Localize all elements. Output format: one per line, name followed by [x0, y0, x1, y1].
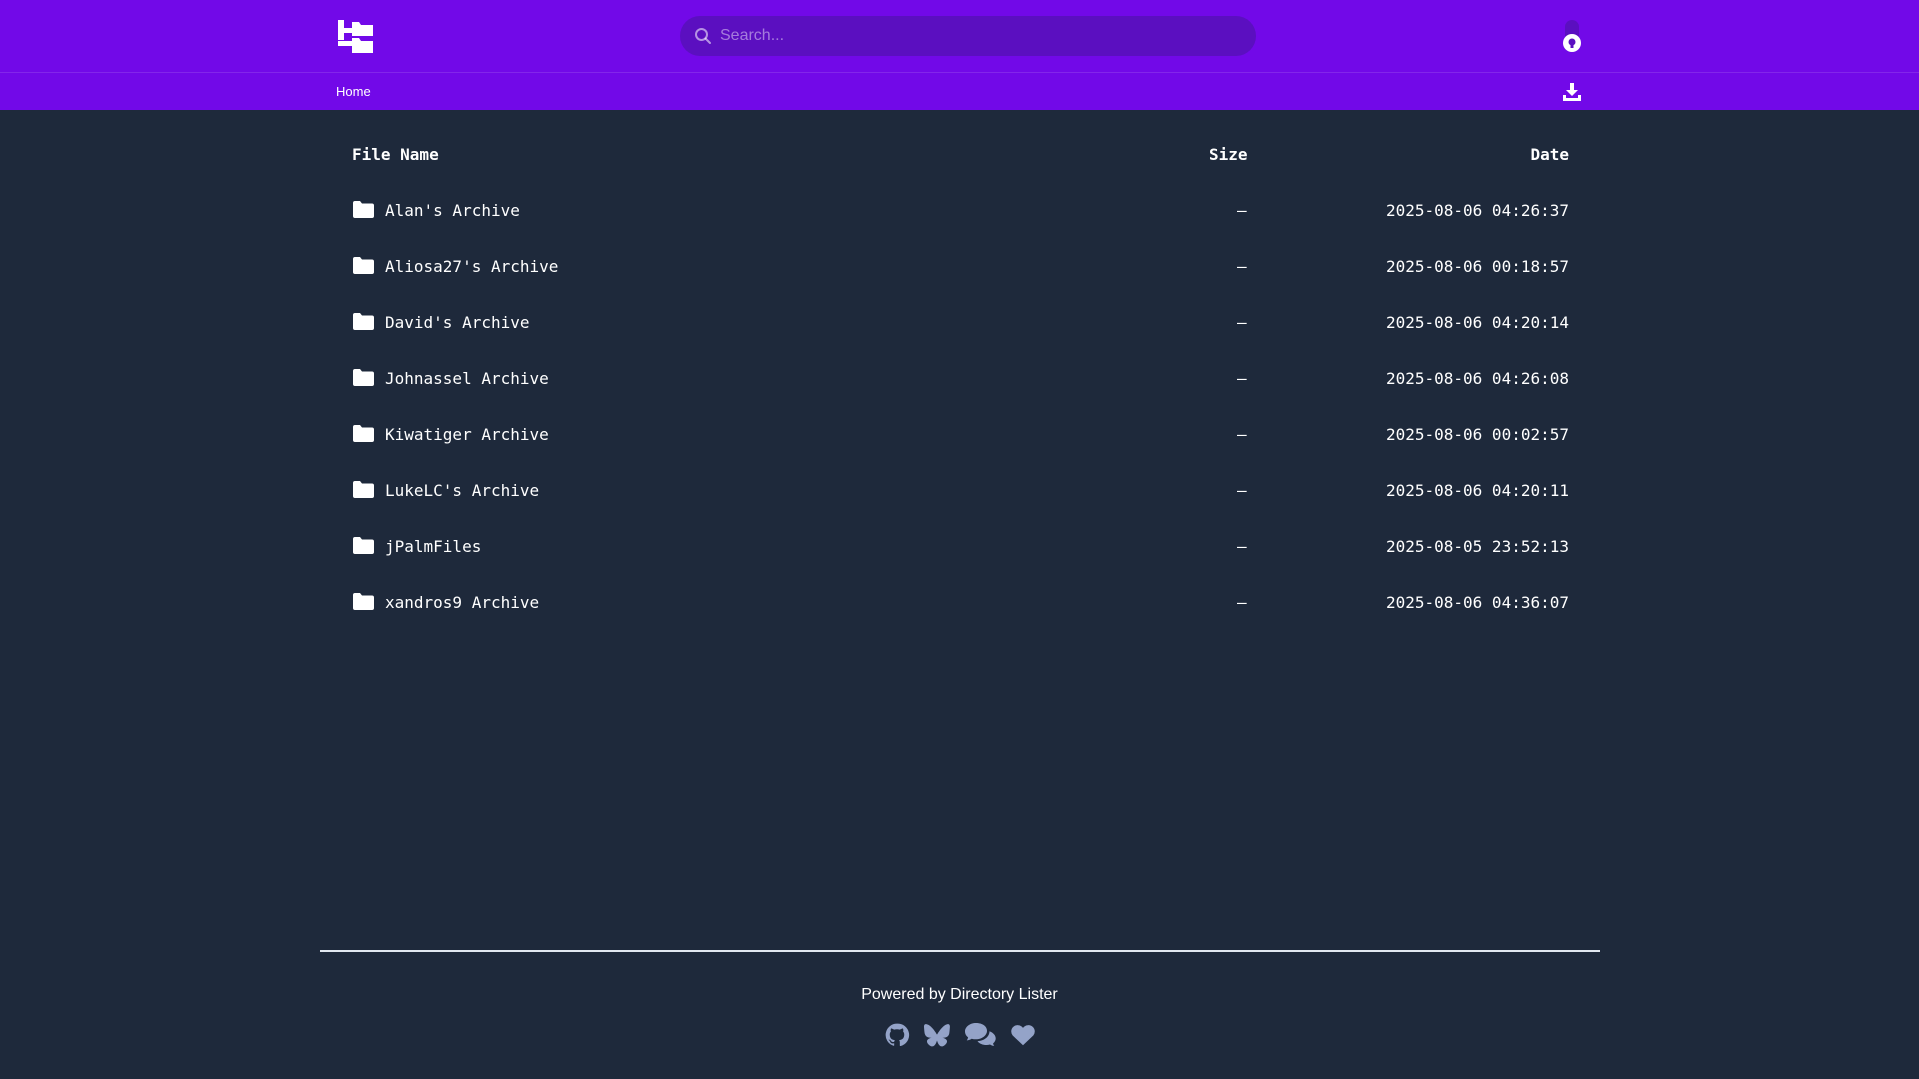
file-size: — [1237, 201, 1247, 220]
file-date: 2025-08-06 04:20:14 [1385, 313, 1569, 332]
search-input[interactable] [720, 16, 1240, 56]
table-row[interactable]: Kiwatiger Archive — 2025-08-06 00:02:57 [352, 417, 1570, 473]
search-box[interactable] [680, 16, 1256, 56]
file-date: 2025-08-05 23:52:13 [1385, 537, 1569, 556]
file-name[interactable]: David's Archive [385, 313, 530, 332]
breadcrumb-home-link[interactable]: Home [336, 84, 371, 99]
folder-icon [353, 257, 374, 274]
column-header-file-name[interactable]: File Name [352, 145, 439, 164]
column-header-size[interactable]: Size [1209, 145, 1248, 164]
download-icon[interactable] [1562, 82, 1582, 102]
github-icon[interactable] [884, 1022, 910, 1048]
file-size: — [1237, 593, 1247, 612]
file-list: Alan's Archive — 2025-08-06 04:26:37 Ali… [352, 193, 1570, 641]
table-row[interactable]: Alan's Archive — 2025-08-06 04:26:37 [352, 193, 1570, 249]
header-top-bar [0, 0, 1919, 73]
file-size: — [1237, 425, 1247, 444]
footer-icons [884, 1022, 1040, 1052]
footer-divider [320, 950, 1600, 952]
chat-icon[interactable] [964, 1022, 996, 1048]
file-name[interactable]: Johnassel Archive [385, 369, 549, 388]
search-icon [695, 28, 711, 44]
file-date: 2025-08-06 00:18:57 [1385, 257, 1569, 276]
directory-tree-logo[interactable] [338, 20, 373, 53]
file-size: — [1237, 257, 1247, 276]
folder-icon [353, 201, 374, 218]
file-name[interactable]: LukeLC's Archive [385, 481, 539, 500]
file-date: 2025-08-06 04:36:07 [1385, 593, 1569, 612]
folder-icon [353, 481, 374, 498]
table-row[interactable]: jPalmFiles — 2025-08-05 23:52:13 [352, 529, 1570, 585]
file-name[interactable]: xandros9 Archive [385, 593, 539, 612]
header: Home [0, 0, 1919, 110]
table-row[interactable]: Johnassel Archive — 2025-08-06 04:26:08 [352, 361, 1570, 417]
column-header-date[interactable]: Date [1530, 145, 1569, 164]
file-size: — [1237, 481, 1247, 500]
folder-icon [353, 313, 374, 330]
file-date: 2025-08-06 04:26:08 [1385, 369, 1569, 388]
folder-icon [353, 593, 374, 610]
lightbulb-toggle-icon[interactable] [1562, 20, 1582, 54]
file-size: — [1237, 369, 1247, 388]
file-size: — [1237, 313, 1247, 332]
folder-icon [353, 369, 374, 386]
table-row[interactable]: David's Archive — 2025-08-06 04:20:14 [352, 305, 1570, 361]
file-date: 2025-08-06 04:20:11 [1385, 481, 1569, 500]
breadcrumb: Home [336, 84, 371, 99]
folder-icon [353, 537, 374, 554]
file-size: — [1237, 537, 1247, 556]
heart-icon[interactable] [1010, 1022, 1036, 1048]
file-date: 2025-08-06 00:02:57 [1385, 425, 1569, 444]
folder-icon [353, 425, 374, 442]
table-row[interactable]: xandros9 Archive — 2025-08-06 04:36:07 [352, 585, 1570, 641]
file-name[interactable]: Aliosa27's Archive [385, 257, 558, 276]
file-name[interactable]: Kiwatiger Archive [385, 425, 549, 444]
powered-by-text[interactable]: Powered by Directory Lister [0, 986, 1919, 1004]
table-row[interactable]: LukeLC's Archive — 2025-08-06 04:20:11 [352, 473, 1570, 529]
table-row[interactable]: Aliosa27's Archive — 2025-08-06 00:18:57 [352, 249, 1570, 305]
file-name[interactable]: Alan's Archive [385, 201, 520, 220]
file-date: 2025-08-06 04:26:37 [1385, 201, 1569, 220]
butterfly-icon[interactable] [924, 1022, 950, 1048]
file-table-header: File Name Size Date [352, 143, 1570, 167]
file-name[interactable]: jPalmFiles [385, 537, 481, 556]
